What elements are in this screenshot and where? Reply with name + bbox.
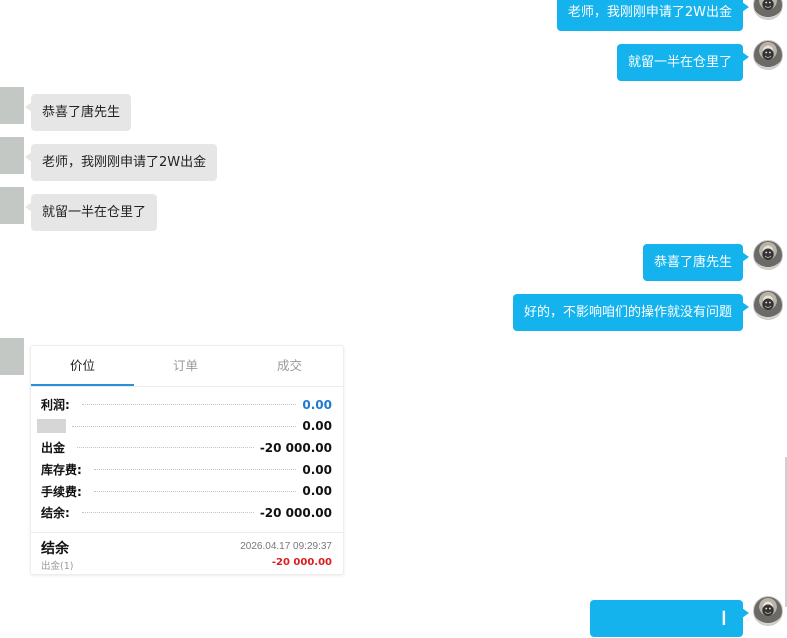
message-text: 好的，不影响咱们的操作就没有问题 — [523, 305, 732, 320]
message-bubble-outgoing[interactable]: ▎ — [590, 600, 749, 637]
row-balance: 结余: -20 000.00 — [41, 502, 332, 524]
row-value: -20 000.00 — [259, 440, 332, 455]
footer-amount: -20 000.00 — [271, 557, 332, 568]
text-cursor-icon: ▎ — [722, 611, 732, 625]
footer-subtitle: 出金(1) — [41, 561, 74, 572]
message-bubble-outgoing[interactable]: 恭喜了唐先生 — [642, 244, 750, 281]
redacted-label — [37, 419, 66, 434]
footer-timestamp: 2026.04.17 09:29:37 — [240, 541, 332, 552]
dotted-leader — [81, 404, 297, 406]
contact-avatar-icon[interactable] — [0, 137, 24, 174]
message-text: 就留一半在仓里了 — [42, 205, 147, 220]
contact-avatar-icon[interactable] — [0, 87, 24, 124]
dotted-leader — [93, 490, 297, 492]
row-value: 0.00 — [302, 419, 332, 434]
row-label: 手续费: — [41, 484, 82, 499]
row-label: 结余: — [41, 506, 70, 521]
message-text: 恭喜了唐先生 — [42, 105, 121, 120]
row-storage-fee: 库存费: 0.00 — [41, 459, 332, 481]
contact-avatar-icon[interactable] — [0, 187, 24, 224]
message-text: 老师，我刚刚申请了2W出金 — [567, 5, 732, 20]
row-withdrawal: 出金 -20 000.00 — [41, 437, 332, 459]
row-value: -20 000.00 — [259, 505, 332, 520]
dotted-leader — [81, 512, 254, 514]
tab-price[interactable]: 价位 — [31, 346, 134, 386]
dotted-leader — [93, 469, 297, 471]
user-avatar-icon[interactable]: ☻ — [753, 40, 783, 70]
message-bubble-incoming[interactable]: 恭喜了唐先生 — [24, 94, 132, 131]
row-value: 0.00 — [302, 462, 332, 477]
user-avatar-icon[interactable]: ☻ — [753, 0, 783, 20]
message-bubble-outgoing[interactable]: 老师，我刚刚申请了2W出金 — [556, 0, 750, 31]
dotted-leader — [77, 447, 254, 449]
user-avatar-icon[interactable]: ☻ — [753, 240, 783, 270]
card-tabs: 价位 订单 成交 — [31, 346, 343, 387]
row-profit: 利润: 0.00 — [41, 394, 332, 416]
message-text: 老师，我刚刚申请了2W出金 — [42, 155, 207, 170]
message-text: 就留一半在仓里了 — [627, 55, 732, 70]
footer-title: 结余 — [41, 541, 69, 557]
row-label: 库存费: — [41, 463, 82, 478]
message-bubble-outgoing[interactable]: 好的，不影响咱们的操作就没有问题 — [512, 294, 750, 331]
row-redacted: 0.00 — [37, 416, 332, 438]
tab-orders[interactable]: 订单 — [134, 346, 237, 386]
trading-statement-card: 价位 订单 成交 利润: 0.00 0.00 出金 -20 000.00 库存费… — [30, 345, 344, 575]
card-footer[interactable]: 结余 出金(1) 2026.04.17 09:29:37 -20 000.00 — [31, 532, 343, 575]
message-bubble-incoming[interactable]: 就留一半在仓里了 — [24, 194, 158, 231]
message-bubble-incoming[interactable]: 老师，我刚刚申请了2W出金 — [24, 144, 218, 181]
user-avatar-icon[interactable]: ☻ — [753, 596, 783, 626]
row-label: 利润: — [41, 398, 70, 413]
row-value: 0.00 — [302, 484, 332, 499]
contact-avatar-icon[interactable] — [0, 338, 24, 375]
message-text: 恭喜了唐先生 — [653, 255, 732, 270]
summary-rows: 利润: 0.00 0.00 出金 -20 000.00 库存费: 0.00 手续… — [37, 394, 332, 524]
message-bubble-outgoing[interactable]: 就留一半在仓里了 — [616, 44, 750, 81]
dotted-leader — [72, 425, 297, 427]
row-commission: 手续费: 0.00 — [41, 480, 332, 502]
row-label: 出金 — [41, 441, 66, 456]
user-avatar-icon[interactable]: ☻ — [753, 290, 783, 320]
row-value: 0.00 — [302, 397, 332, 412]
tab-trades[interactable]: 成交 — [238, 346, 341, 386]
active-tab-indicator — [31, 384, 134, 386]
